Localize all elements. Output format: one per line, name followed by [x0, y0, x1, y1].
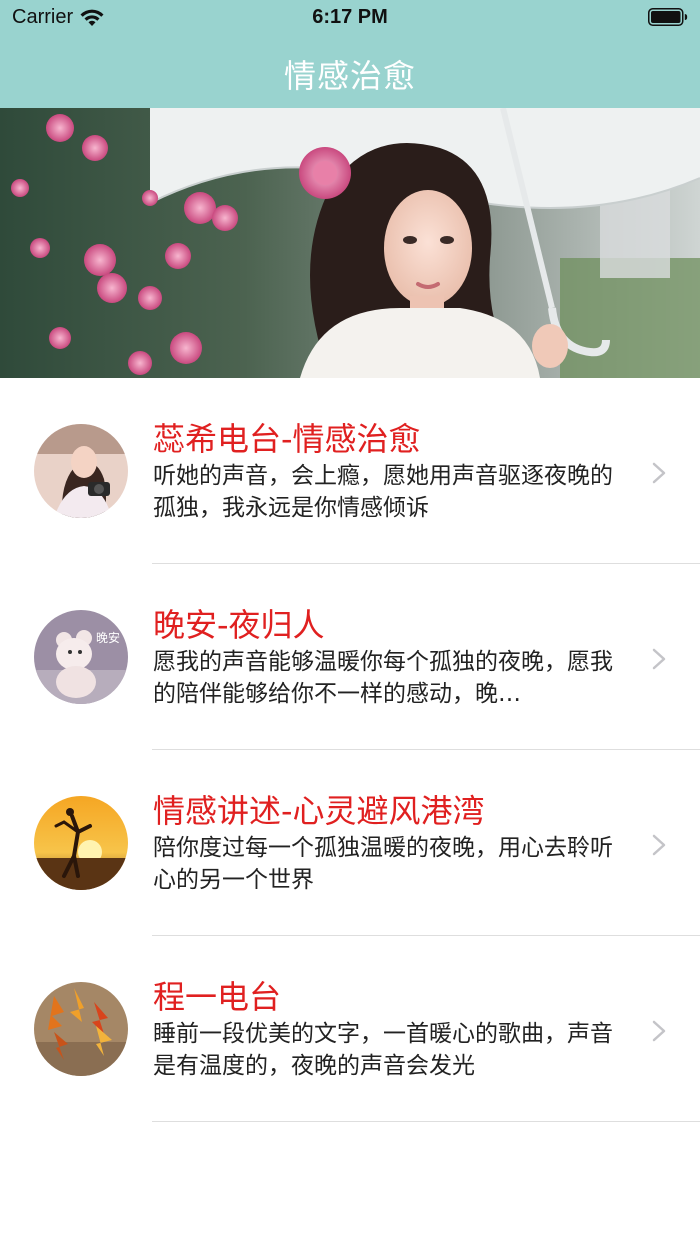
avatar-caption: 晚安: [96, 630, 120, 645]
banner-image[interactable]: [0, 108, 700, 378]
avatar-girl-camera-image: [34, 424, 128, 518]
avatar: 晚安: [34, 610, 128, 704]
avatar-teddy-bear-image: 晚安: [34, 610, 128, 704]
row-divider: [152, 1121, 700, 1122]
list-item[interactable]: 蕊希电台-情感治愈 听她的声音，会上瘾，愿她用声音驱逐夜晚的孤独，我永远是你情感…: [0, 378, 700, 564]
station-list: 蕊希电台-情感治愈 听她的声音，会上瘾，愿她用声音驱逐夜晚的孤独，我永远是你情感…: [0, 378, 700, 1122]
item-title: 程一电台: [153, 978, 282, 1016]
chevron-right-icon: [652, 462, 666, 484]
list-item[interactable]: 程一电台 睡前一段优美的文字，一首暖心的歌曲，声音是有温度的，夜晚的声音会发光: [0, 936, 700, 1122]
item-title: 情感讲述-心灵避风港湾: [153, 792, 485, 830]
status-time: 6:17 PM: [312, 6, 388, 28]
navigation-bar: 情感治愈: [0, 40, 700, 108]
screen: Carrier 6:17 PM 情感治愈 蕊希电台-情感治愈 听她的声音，会上瘾…: [0, 0, 700, 1244]
list-item[interactable]: 晚安 晚安-夜归人 愿我的声音能够温暖你每个孤独的夜晚，愿我的陪伴能够给你不一样…: [0, 564, 700, 750]
item-title: 晚安-夜归人: [153, 606, 325, 644]
status-bar: Carrier 6:17 PM: [0, 0, 700, 40]
avatar: [34, 982, 128, 1076]
page-title: 情感治愈: [283, 57, 416, 95]
item-title: 蕊希电台-情感治愈: [153, 420, 421, 458]
banner-illustration: [0, 108, 700, 378]
item-description: 听她的声音，会上瘾，愿她用声音驱逐夜晚的孤独，我永远是你情感倾诉: [153, 463, 613, 521]
chevron-right-icon: [652, 1020, 666, 1042]
item-description: 愿我的声音能够温暖你每个孤独的夜晚，愿我的陪伴能够给你不一样的感动，晚…: [153, 649, 613, 707]
chevron-right-icon: [652, 834, 666, 856]
avatar-sunset-couple-image: [34, 796, 128, 890]
avatar: [34, 424, 128, 518]
item-description: 陪你度过每一个孤独温暖的夜晚，用心去聆听心的另一个世界: [153, 835, 613, 893]
avatar: [34, 796, 128, 890]
list-item[interactable]: 情感讲述-心灵避风港湾 陪你度过每一个孤独温暖的夜晚，用心去聆听心的另一个世界: [0, 750, 700, 936]
avatar-autumn-leaves-image: [34, 982, 128, 1076]
chevron-right-icon: [652, 648, 666, 670]
battery-icon: [648, 8, 688, 26]
item-description: 睡前一段优美的文字，一首暖心的歌曲，声音是有温度的，夜晚的声音会发光: [153, 1021, 613, 1079]
